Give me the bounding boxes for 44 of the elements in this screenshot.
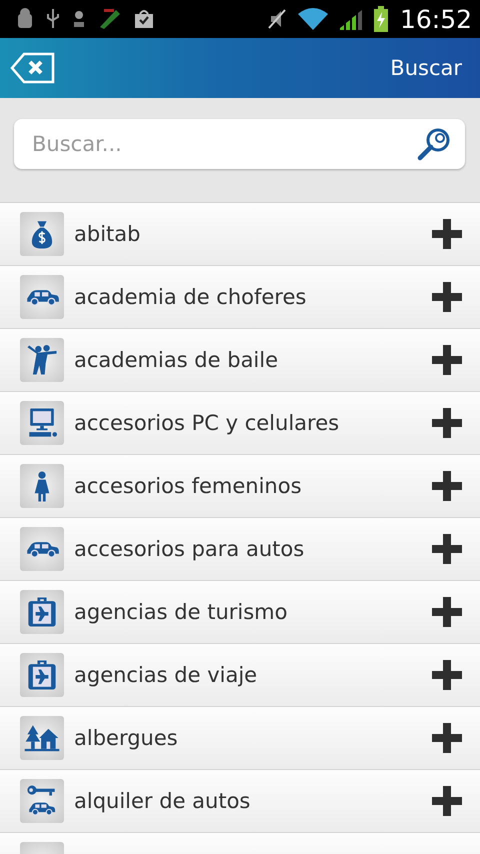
category-row[interactable]: accesorios femeninos <box>0 455 480 518</box>
muted-icon <box>268 8 286 30</box>
category-label: alquiler de autos <box>74 789 252 813</box>
category-label: albergues <box>74 726 179 750</box>
add-button[interactable] <box>431 722 463 754</box>
category-row[interactable]: agencias de viaje <box>0 644 480 707</box>
shopping-bag-check-icon <box>134 9 154 29</box>
wifi-icon <box>298 7 328 31</box>
add-button[interactable] <box>431 596 463 628</box>
signal-icon <box>340 8 362 30</box>
category-row[interactable]: albergues <box>0 707 480 770</box>
category-row[interactable]: academias de baile <box>0 329 480 392</box>
car-icon <box>24 540 60 558</box>
category-row[interactable]: abitab <box>0 203 480 266</box>
add-button[interactable] <box>431 659 463 691</box>
add-button[interactable] <box>431 218 463 250</box>
category-row[interactable]: alquiler de autos <box>0 770 480 833</box>
category-label: accesorios para autos <box>74 537 306 561</box>
add-button[interactable] <box>431 407 463 439</box>
header-title: Buscar <box>390 56 462 80</box>
category-label: agencias de viaje <box>74 663 258 687</box>
category-row[interactable]: academia de choferes <box>0 266 480 329</box>
add-button[interactable] <box>431 785 463 817</box>
category-label: academia de choferes <box>74 285 308 309</box>
add-button[interactable] <box>431 281 463 313</box>
search-icon[interactable] <box>417 127 451 161</box>
category-label: accesorios PC y celulares <box>74 411 340 435</box>
category-row[interactable]: accesorios para autos <box>0 518 480 581</box>
usb-icon <box>46 8 60 30</box>
car-icon <box>24 288 60 306</box>
category-row[interactable]: accesorios PC y celulares <box>0 392 480 455</box>
category-label: academias de baile <box>74 348 280 372</box>
category-label: accesorios femeninos <box>74 474 303 498</box>
battery-charging-icon <box>374 6 388 32</box>
add-button[interactable] <box>431 470 463 502</box>
add-button[interactable] <box>431 344 463 376</box>
category-label: agencias de turismo <box>74 600 288 624</box>
category-row[interactable]: agencias de turismo <box>0 581 480 644</box>
app-notification-icon <box>98 7 122 31</box>
clear-button[interactable] <box>10 52 56 84</box>
add-button[interactable] <box>431 533 463 565</box>
status-time: 16:52 <box>400 4 472 34</box>
category-label: abitab <box>74 222 142 246</box>
search-field[interactable]: Buscar... <box>14 119 465 169</box>
